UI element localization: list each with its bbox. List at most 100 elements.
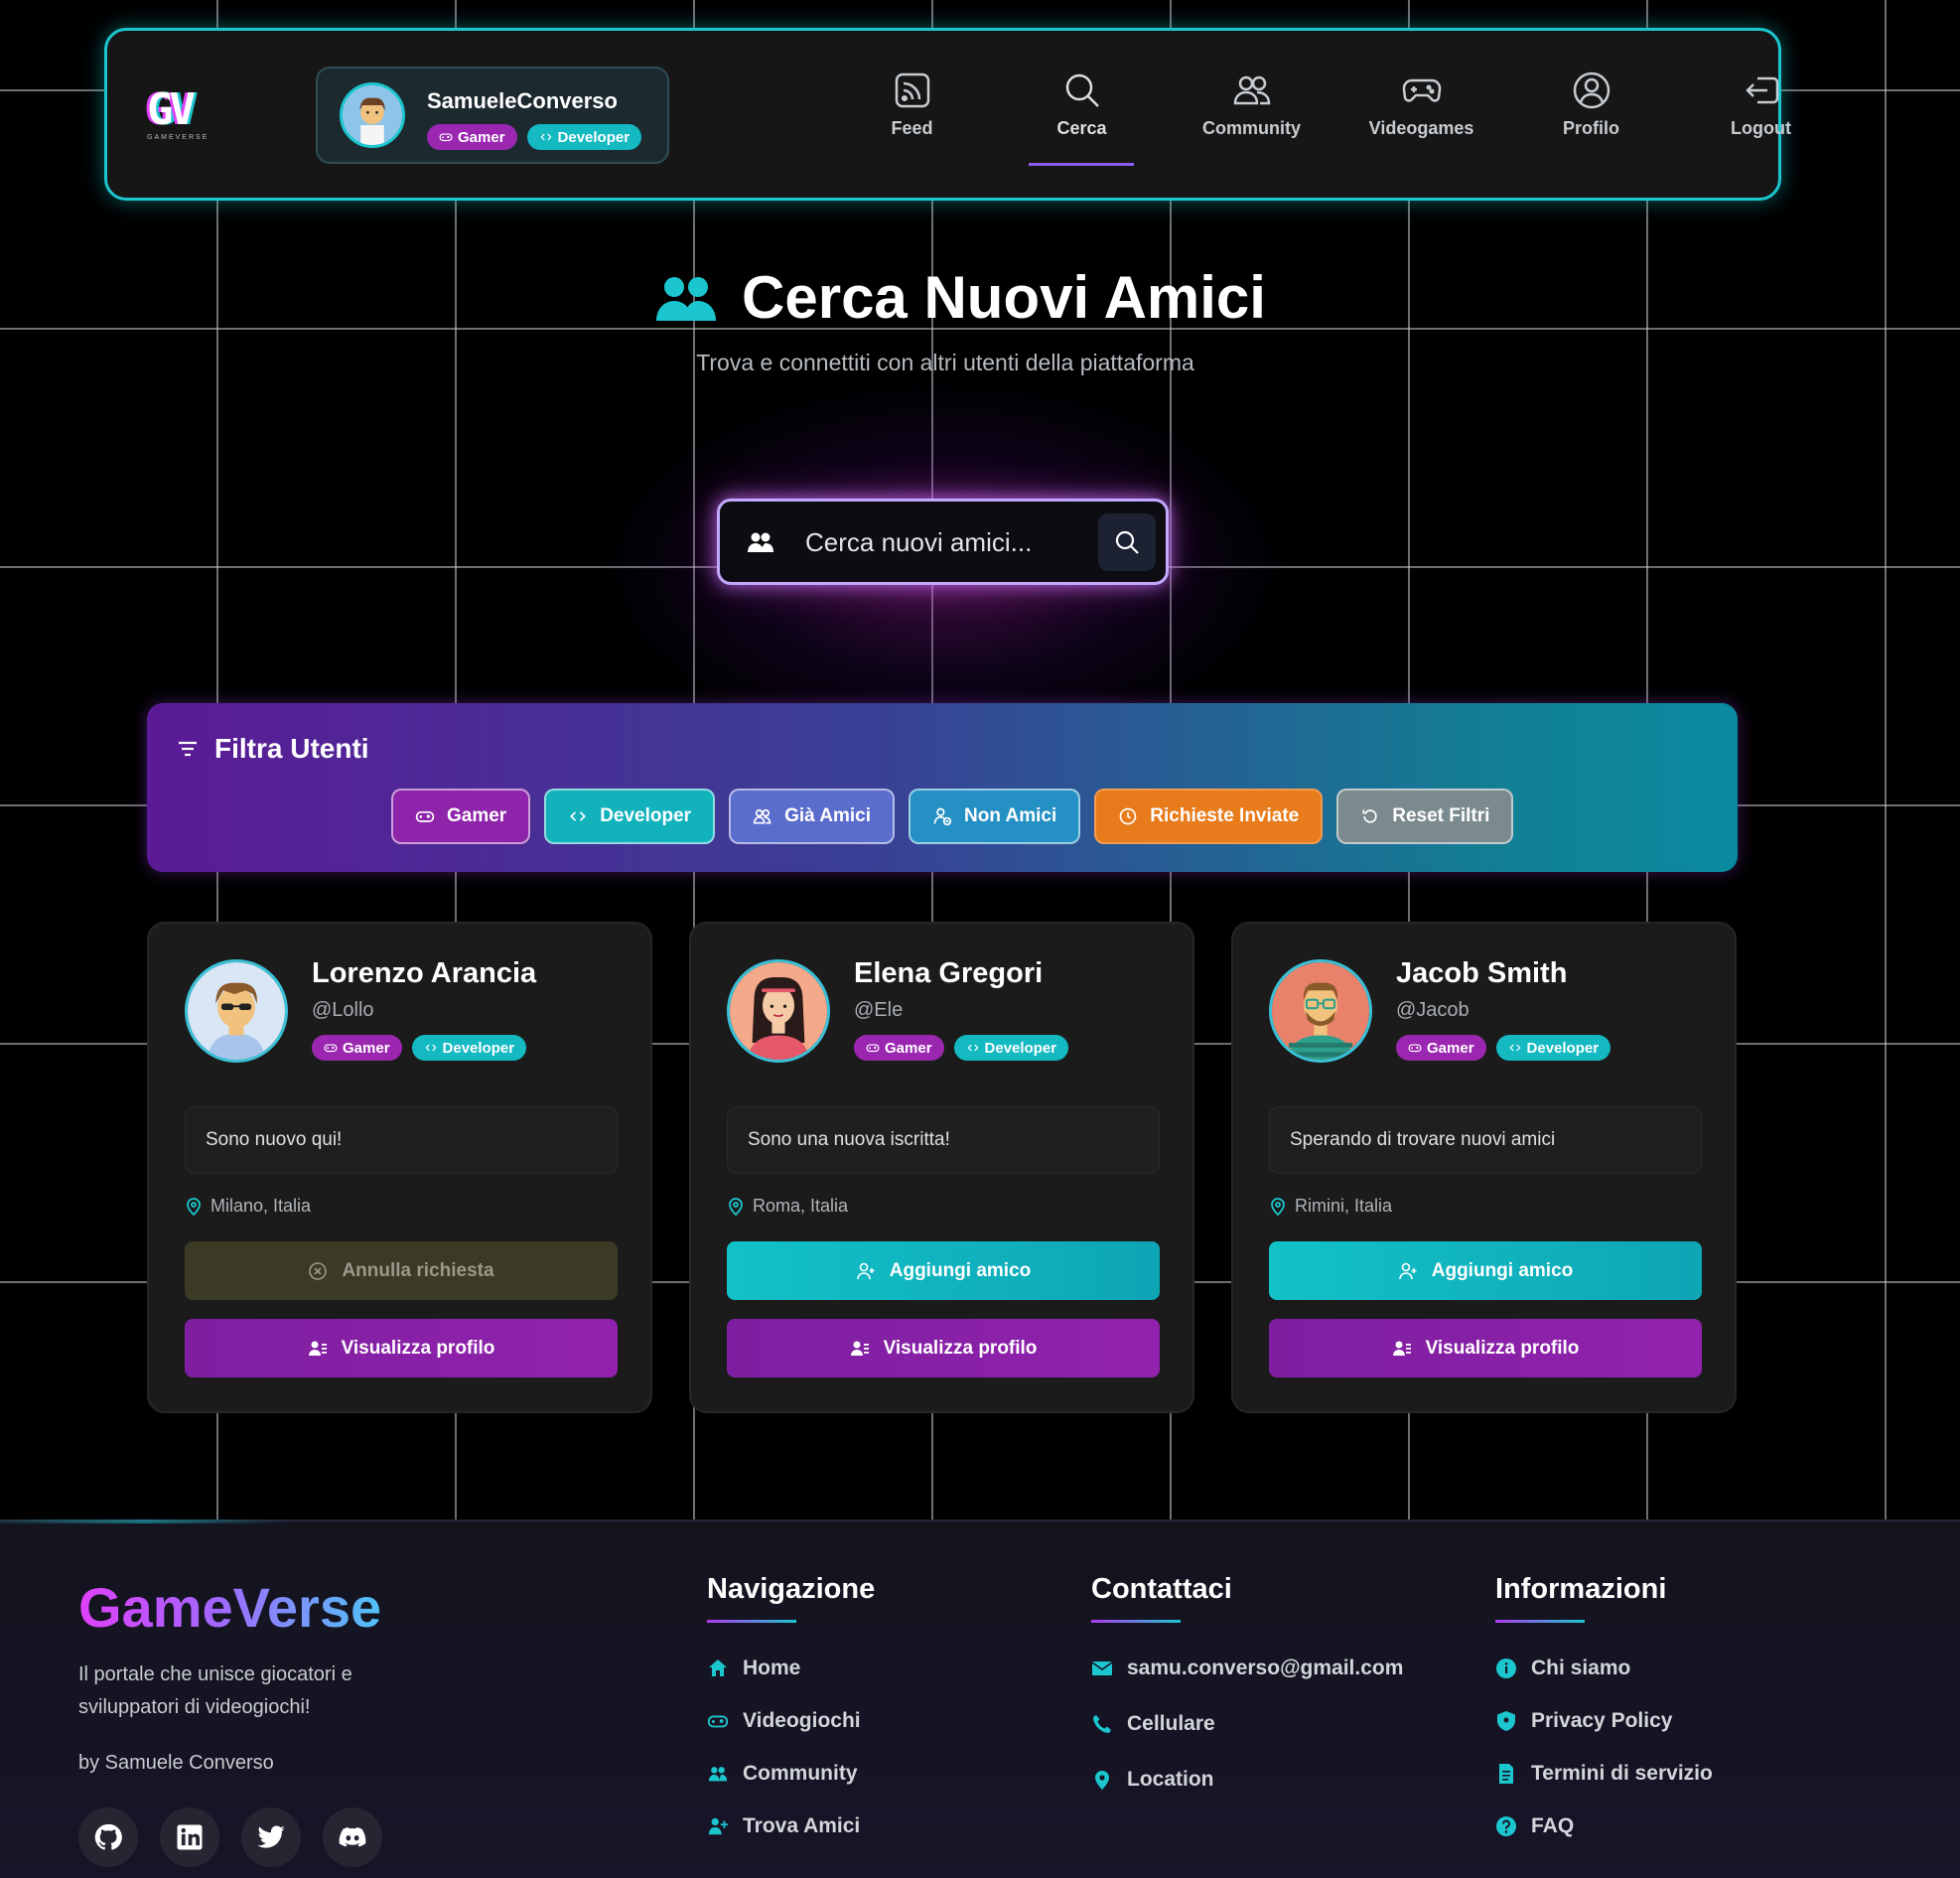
user-name[interactable]: Lorenzo Arancia	[312, 957, 536, 990]
user-card: Lorenzo Arancia @Lollo Gamer Developer S…	[147, 922, 652, 1413]
view-profile-button[interactable]: Visualizza profilo	[1269, 1319, 1702, 1377]
developer-badge: Developer	[526, 124, 642, 150]
badge-label: Developer	[984, 1039, 1057, 1057]
gamepad-icon	[439, 133, 453, 142]
footer-contact-phone[interactable]: Cellulare	[1091, 1712, 1403, 1736]
footer-link-label: FAQ	[1531, 1814, 1575, 1837]
linkedin-icon	[177, 1824, 203, 1850]
nav-videogames[interactable]: Videogames	[1336, 71, 1506, 166]
nav-cerca[interactable]: Cerca	[997, 71, 1167, 166]
nav-feed[interactable]: Feed	[827, 71, 997, 166]
reset-icon	[1362, 809, 1377, 823]
current-user-chip[interactable]: SamueleConverso Gamer Developer	[316, 67, 669, 164]
user-minus-icon	[933, 807, 952, 826]
view-profile-button[interactable]: Visualizza profilo	[727, 1319, 1160, 1377]
user-location: Milano, Italia	[185, 1196, 311, 1217]
add-friend-button[interactable]: Aggiungi amico	[727, 1241, 1160, 1300]
footer-link-trova-amici[interactable]: Trova Amici	[707, 1814, 875, 1838]
footer-contact-location[interactable]: Location	[1091, 1768, 1403, 1792]
filter-friends-button[interactable]: Già Amici	[729, 789, 896, 844]
users-icon	[748, 532, 773, 552]
user-location: Rimini, Italia	[1269, 1196, 1392, 1217]
discord-link[interactable]	[323, 1807, 382, 1867]
search-input[interactable]	[805, 519, 1073, 565]
user-plus-icon	[1398, 1262, 1417, 1279]
social-links	[78, 1807, 382, 1867]
github-link[interactable]	[78, 1807, 138, 1867]
page-heading: Cerca Nuovi Amici	[742, 264, 1266, 331]
badge-label: Developer	[1526, 1039, 1600, 1057]
clock-icon	[1119, 807, 1137, 825]
footer-link-label: Videogiochi	[743, 1709, 861, 1732]
footer-link-community[interactable]: Community	[707, 1762, 875, 1786]
filter-non-friends-button[interactable]: Non Amici	[909, 789, 1081, 844]
user-plus-icon	[856, 1262, 875, 1279]
linkedin-link[interactable]	[160, 1807, 219, 1867]
nav-label: Cerca	[1056, 118, 1107, 138]
user-name[interactable]: Elena Gregori	[854, 957, 1043, 990]
discord-icon	[339, 1827, 366, 1847]
user-bio: Sono nuovo qui!	[185, 1106, 618, 1174]
user-badges: Gamer Developer	[854, 1035, 1069, 1061]
nav-label: Logout	[1731, 118, 1791, 138]
filter-heading: Filtra Utenti	[177, 733, 369, 765]
gamer-badge: Gamer	[1396, 1035, 1486, 1061]
badge-label: Gamer	[343, 1039, 390, 1057]
filter-gamer-button[interactable]: Gamer	[391, 789, 531, 844]
user-location: Roma, Italia	[727, 1196, 848, 1217]
code-icon	[540, 133, 552, 141]
footer-link-videogiochi[interactable]: Videogiochi	[707, 1709, 875, 1733]
view-profile-button[interactable]: Visualizza profilo	[185, 1319, 618, 1377]
gamepad-icon	[1402, 78, 1441, 102]
developer-badge: Developer	[953, 1035, 1069, 1061]
footer-nav-title: Navigazione	[707, 1573, 876, 1605]
cancel-circle-icon	[309, 1261, 328, 1280]
filter-label: Non Amici	[964, 805, 1057, 826]
footer-contact-email[interactable]: samu.converso@gmail.com	[1091, 1657, 1403, 1680]
add-friend-button[interactable]: Aggiungi amico	[1269, 1241, 1702, 1300]
nav-logout[interactable]: Logout	[1676, 71, 1846, 166]
avatar	[185, 959, 288, 1063]
user-name[interactable]: Jacob Smith	[1396, 957, 1567, 990]
button-label: Annulla richiesta	[342, 1259, 494, 1281]
footer-link-faq[interactable]: FAQ	[1495, 1814, 1713, 1838]
twitter-link[interactable]	[241, 1807, 301, 1867]
filter-sent-requests-button[interactable]: Richieste Inviate	[1094, 789, 1324, 844]
user-list-icon	[1392, 1341, 1411, 1356]
nav-community[interactable]: Community	[1167, 71, 1336, 166]
search-button[interactable]	[1098, 513, 1156, 571]
footer-underline	[707, 1620, 796, 1623]
friend-search-box	[717, 499, 1169, 585]
footer-info-title: Informazioni	[1495, 1573, 1667, 1605]
user-card: Jacob Smith @Jacob Gamer Developer Spera…	[1231, 922, 1737, 1413]
page-subtitle: Trova e connettiti con altri utenti dell…	[696, 350, 1194, 375]
footer-link-termini[interactable]: Termini di servizio	[1495, 1762, 1713, 1786]
footer-info: Informazioni Chi siamo Privacy Policy Te…	[1495, 1573, 1713, 1867]
badge-label: Developer	[442, 1039, 515, 1057]
cancel-request-button[interactable]: Annulla richiesta	[185, 1241, 618, 1300]
user-handle: @Lollo	[312, 999, 374, 1021]
map-pin-icon	[1095, 1771, 1109, 1790]
developer-badge: Developer	[411, 1035, 527, 1061]
gamer-badge: Gamer	[312, 1035, 402, 1061]
users-icon	[1233, 75, 1270, 105]
filter-developer-button[interactable]: Developer	[544, 789, 716, 844]
footer-link-privacy[interactable]: Privacy Policy	[1495, 1709, 1713, 1733]
users-icon	[753, 808, 771, 824]
footer-link-label: Termini di servizio	[1531, 1762, 1713, 1785]
user-badges: Gamer Developer	[312, 1035, 527, 1061]
footer-author: by Samuele Converso	[78, 1752, 274, 1774]
gamer-badge: Gamer	[854, 1035, 944, 1061]
rss-icon	[895, 72, 929, 108]
navbar: GV GAMEVERSE SamueleConverso Gamer Devel…	[104, 28, 1791, 201]
female-avatar-icon	[730, 962, 827, 1060]
page-title: Cerca Nuovi Amici	[0, 263, 1960, 332]
gameverse-logo[interactable]: GV GAMEVERSE	[147, 88, 222, 148]
reset-filters-button[interactable]: Reset Filtri	[1336, 789, 1514, 844]
developer-badge: Developer	[1495, 1035, 1611, 1061]
footer-link-chi-siamo[interactable]: Chi siamo	[1495, 1657, 1713, 1680]
footer-link-home[interactable]: Home	[707, 1657, 875, 1680]
user-handle: @Ele	[854, 999, 904, 1021]
nav-profilo[interactable]: Profilo	[1506, 71, 1676, 166]
current-user-name: SamueleConverso	[427, 88, 618, 113]
